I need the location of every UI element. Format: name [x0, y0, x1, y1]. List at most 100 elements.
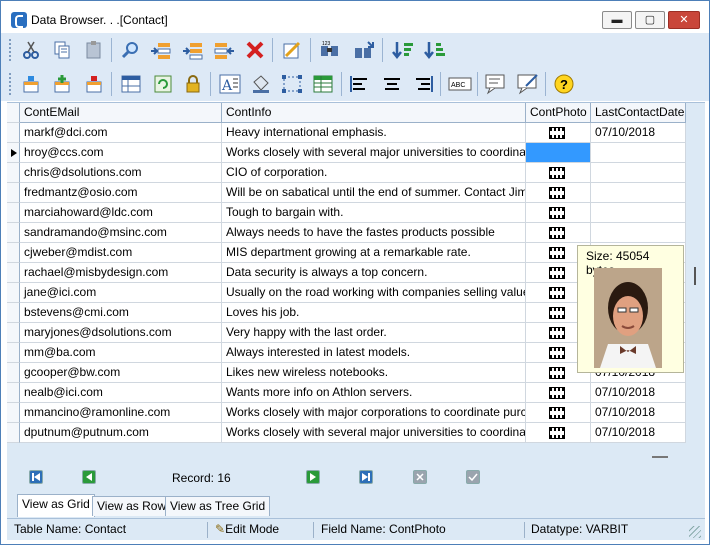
cell-contphoto[interactable] [526, 203, 591, 223]
font-icon[interactable]: A [217, 71, 243, 97]
align-left-icon[interactable] [347, 71, 373, 97]
cut-icon[interactable] [18, 37, 44, 63]
cell-contemail[interactable]: hroy@ccs.com [20, 143, 222, 163]
cell-continfo[interactable]: CIO of corporation. [222, 163, 526, 183]
cell-contemail[interactable]: markf@dci.com [20, 123, 222, 143]
minimize-button[interactable]: ▬ [602, 11, 632, 29]
find-icon[interactable] [117, 37, 143, 63]
lock-icon[interactable] [180, 71, 206, 97]
table-row[interactable]: dputnum@putnum.com Works closely with sev… [7, 423, 686, 443]
row-indicator[interactable] [7, 343, 20, 363]
refresh-icon[interactable] [150, 71, 176, 97]
cell-contphoto[interactable] [526, 223, 591, 243]
table-row[interactable]: hroy@ccs.com Works closely with several m… [7, 143, 686, 163]
remove-icon[interactable] [81, 71, 107, 97]
cell-contphoto[interactable] [526, 183, 591, 203]
table-row[interactable]: marciahoward@ldc.com Tough to bargain wit… [7, 203, 686, 223]
delete-icon[interactable] [242, 37, 268, 63]
column-header-contphoto[interactable]: ContPhoto [526, 103, 591, 123]
binoculars-icon[interactable]: 123 [317, 37, 343, 63]
cell-contphoto[interactable] [526, 143, 591, 163]
cell-contemail[interactable]: mmancino@ramonline.com [20, 403, 222, 423]
cell-continfo[interactable]: Always interested in latest models. [222, 343, 526, 363]
cell-continfo[interactable]: Loves his job. [222, 303, 526, 323]
row-indicator[interactable] [7, 403, 20, 423]
row-indicator[interactable] [7, 123, 20, 143]
cell-lastcontactdate[interactable] [591, 203, 686, 223]
cell-continfo[interactable]: Very happy with the last order. [222, 323, 526, 343]
tab-view-as-tree-grid[interactable]: View as Tree Grid [165, 496, 271, 516]
cell-contphoto[interactable] [526, 163, 591, 183]
cell-continfo[interactable]: MIS department growing at a remarkable r… [222, 243, 526, 263]
table-row[interactable]: sandramando@msinc.com Always needs to hav… [7, 223, 686, 243]
select-icon[interactable] [279, 71, 305, 97]
cell-continfo[interactable]: Works closely with several major univers… [222, 143, 526, 163]
row-indicator[interactable] [7, 143, 20, 163]
cell-contphoto[interactable] [526, 423, 591, 443]
cell-lastcontactdate[interactable]: 07/10/2018 [591, 423, 686, 443]
next-record-button[interactable] [306, 470, 320, 484]
cell-contphoto[interactable] [526, 383, 591, 403]
append-row-icon[interactable] [180, 37, 206, 63]
cell-contemail[interactable]: mm@ba.com [20, 343, 222, 363]
find-next-icon[interactable] [351, 37, 377, 63]
fill-icon[interactable] [248, 71, 274, 97]
row-indicator[interactable] [7, 223, 20, 243]
cell-contemail[interactable]: chris@dsolutions.com [20, 163, 222, 183]
row-indicator[interactable] [7, 363, 20, 383]
tab-view-as-grid[interactable]: View as Grid [17, 494, 95, 517]
cell-continfo[interactable]: Data security is always a top concern. [222, 263, 526, 283]
grid-corner[interactable] [7, 103, 20, 123]
table-row[interactable]: nealb@ici.com Wants more info on Athlon s… [7, 383, 686, 403]
cell-continfo[interactable]: Wants more info on Athlon servers. [222, 383, 526, 403]
post-edit-button[interactable] [466, 470, 480, 484]
table-row[interactable]: fredmantz@osio.com Will be on sabatical u… [7, 183, 686, 203]
cell-continfo[interactable]: Works closely with major corporations to… [222, 403, 526, 423]
paste-icon[interactable] [81, 37, 107, 63]
cell-continfo[interactable]: Likes new wireless notebooks. [222, 363, 526, 383]
row-indicator[interactable] [7, 263, 20, 283]
table-icon[interactable] [118, 71, 144, 97]
move-row-icon[interactable] [211, 37, 237, 63]
cell-continfo[interactable]: Tough to bargain with. [222, 203, 526, 223]
cell-contemail[interactable]: gcooper@bw.com [20, 363, 222, 383]
sort-descending-icon[interactable] [422, 37, 448, 63]
insert-child-icon[interactable] [18, 71, 44, 97]
cell-lastcontactdate[interactable] [591, 143, 686, 163]
align-right-icon[interactable] [410, 71, 436, 97]
row-indicator[interactable] [7, 283, 20, 303]
last-record-button[interactable] [359, 470, 373, 484]
cell-contemail[interactable]: dputnum@putnum.com [20, 423, 222, 443]
cell-continfo[interactable]: Will be on sabatical until the end of su… [222, 183, 526, 203]
column-header-continfo[interactable]: ContInfo [222, 103, 526, 123]
memo-edit-icon[interactable] [515, 71, 541, 97]
row-indicator[interactable] [7, 203, 20, 223]
sort-ascending-icon[interactable] [390, 37, 416, 63]
cell-lastcontactdate[interactable]: 07/10/2018 [591, 403, 686, 423]
vertical-scrollbar[interactable] [694, 267, 696, 285]
cell-contemail[interactable]: rachael@misbydesign.com [20, 263, 222, 283]
cell-lastcontactdate[interactable] [591, 183, 686, 203]
cell-contemail[interactable]: cjweber@mdist.com [20, 243, 222, 263]
memo-icon[interactable] [483, 71, 509, 97]
cell-contemail[interactable]: fredmantz@osio.com [20, 183, 222, 203]
column-header-lastcontactdate[interactable]: LastContactDate [591, 103, 686, 123]
tab-view-as-row[interactable]: View as Row [92, 496, 172, 516]
cell-lastcontactdate[interactable] [591, 163, 686, 183]
cell-continfo[interactable]: Works closely with several major univers… [222, 423, 526, 443]
close-button[interactable]: ✕ [668, 11, 700, 29]
row-indicator[interactable] [7, 323, 20, 343]
cell-contphoto[interactable] [526, 403, 591, 423]
cell-lastcontactdate[interactable] [591, 223, 686, 243]
insert-row-icon[interactable] [148, 37, 174, 63]
copy-icon[interactable] [49, 37, 75, 63]
table-row[interactable]: markf@dci.com Heavy international emphasi… [7, 123, 686, 143]
spell-icon[interactable]: ABC [447, 71, 473, 97]
grid-icon[interactable] [310, 71, 336, 97]
cell-contemail[interactable]: nealb@ici.com [20, 383, 222, 403]
cell-continfo[interactable]: Always needs to have the fastes products… [222, 223, 526, 243]
row-indicator[interactable] [7, 303, 20, 323]
row-indicator[interactable] [7, 243, 20, 263]
help-icon[interactable]: ? [551, 71, 577, 97]
previous-record-button[interactable] [82, 470, 96, 484]
